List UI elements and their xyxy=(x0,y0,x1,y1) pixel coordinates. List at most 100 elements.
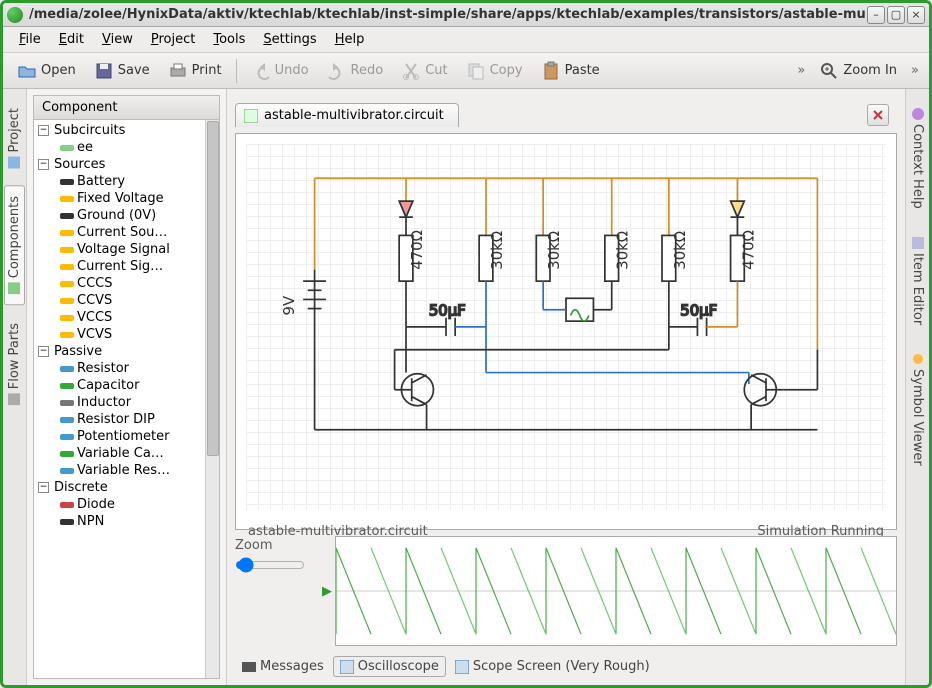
expand-icon[interactable]: − xyxy=(38,159,49,170)
tree-item[interactable]: Ground (0V) xyxy=(36,207,217,224)
svg-text:50μF: 50μF xyxy=(429,301,466,319)
menu-tools[interactable]: Tools xyxy=(205,29,253,50)
open-icon xyxy=(17,61,37,81)
menu-view[interactable]: View xyxy=(94,29,141,50)
tree-item[interactable]: VCCS xyxy=(36,309,217,326)
tree-category[interactable]: −Sources xyxy=(36,156,217,173)
tree-item[interactable]: Capacitor xyxy=(36,377,217,394)
tab-item-editor[interactable]: Item Editor xyxy=(907,226,928,336)
scope-play-icon: ▶ xyxy=(319,536,335,646)
redo-button[interactable]: Redo xyxy=(319,57,392,85)
toolbar: Open Save Print Undo Redo Cut Copy Paste… xyxy=(3,53,929,89)
minimize-button[interactable]: – xyxy=(867,6,885,24)
circuit-canvas[interactable]: 9V xyxy=(246,144,886,510)
tree-item[interactable]: Current Sou… xyxy=(36,224,217,241)
component-icon xyxy=(60,245,74,255)
tree-item[interactable]: Diode xyxy=(36,496,217,513)
menubar: File Edit View Project Tools Settings He… xyxy=(3,27,929,53)
tab-oscilloscope[interactable]: Oscilloscope xyxy=(333,656,446,677)
right-dock: Context Help Item Editor Symbol Viewer xyxy=(905,89,929,685)
component-icon xyxy=(60,262,74,272)
menu-edit[interactable]: Edit xyxy=(51,29,92,50)
menu-help[interactable]: Help xyxy=(327,29,373,50)
svg-text:9V: 9V xyxy=(280,295,298,315)
circuit-file-icon xyxy=(244,109,258,123)
svg-text:470Ω: 470Ω xyxy=(408,230,426,270)
tree-item[interactable]: NPN xyxy=(36,513,217,530)
zoom-in-button[interactable]: Zoom In xyxy=(811,57,905,85)
print-icon xyxy=(168,61,188,81)
component-icon xyxy=(60,381,74,391)
component-tree[interactable]: −Subcircuitsee−SourcesBatteryFixed Volta… xyxy=(36,122,217,530)
tree-item[interactable]: Inductor xyxy=(36,394,217,411)
tree-category[interactable]: −Discrete xyxy=(36,479,217,496)
tree-item[interactable]: Variable Ca… xyxy=(36,445,217,462)
document-tab[interactable]: astable-multivibrator.circuit xyxy=(235,103,459,127)
messages-icon xyxy=(242,660,256,674)
component-icon xyxy=(60,296,74,306)
expand-icon[interactable]: − xyxy=(38,482,49,493)
circuit-diagram: 9V xyxy=(246,144,886,510)
component-icon xyxy=(60,228,74,238)
tab-flow-parts[interactable]: Flow Parts xyxy=(4,312,25,416)
tree-item[interactable]: CCVS xyxy=(36,292,217,309)
menu-file[interactable]: File xyxy=(11,29,49,50)
close-window-button[interactable]: × xyxy=(907,6,925,24)
expand-icon[interactable]: − xyxy=(38,125,49,136)
tree-item[interactable]: Voltage Signal xyxy=(36,241,217,258)
tab-symbol-viewer[interactable]: Symbol Viewer xyxy=(907,342,928,477)
undo-button[interactable]: Undo xyxy=(243,57,317,85)
paste-button[interactable]: Paste xyxy=(533,57,608,85)
tree-item[interactable]: Fixed Voltage xyxy=(36,190,217,207)
tab-messages[interactable]: Messages xyxy=(235,656,331,677)
component-panel-header: Component xyxy=(33,95,220,120)
maximize-button[interactable]: ▢ xyxy=(887,6,905,24)
oscilloscope-icon xyxy=(340,660,354,674)
circuit-canvas-frame: 9V xyxy=(235,133,897,530)
titlebar: /media/zolee/HynixData/aktiv/ktechlab/kt… xyxy=(3,3,929,27)
copy-button[interactable]: Copy xyxy=(458,57,531,85)
oscilloscope-view[interactable] xyxy=(335,536,897,646)
menu-project[interactable]: Project xyxy=(143,29,204,50)
tab-scope-screen[interactable]: Scope Screen (Very Rough) xyxy=(448,656,657,677)
tree-item[interactable]: Resistor DIP xyxy=(36,411,217,428)
tree-scrollbar[interactable] xyxy=(205,120,219,678)
open-button[interactable]: Open xyxy=(9,57,84,85)
tree-category[interactable]: −Subcircuits xyxy=(36,122,217,139)
component-icon xyxy=(60,398,74,408)
print-button[interactable]: Print xyxy=(160,57,230,85)
overflow-chevron-icon[interactable]: » xyxy=(793,63,809,78)
close-document-button[interactable] xyxy=(867,104,889,126)
overflow-chevron-2-icon[interactable]: » xyxy=(907,63,923,78)
tree-item[interactable]: ee xyxy=(36,139,217,156)
close-icon xyxy=(871,108,885,122)
symbol-viewer-icon xyxy=(912,353,924,365)
menu-settings[interactable]: Settings xyxy=(255,29,324,50)
tab-context-help[interactable]: Context Help xyxy=(907,97,928,220)
zoom-slider[interactable] xyxy=(235,557,305,573)
tab-project[interactable]: Project xyxy=(4,97,25,179)
left-dock: Project Components Flow Parts xyxy=(3,89,27,685)
component-icon xyxy=(60,177,74,187)
tab-components[interactable]: Components xyxy=(4,185,25,305)
tree-category[interactable]: −Passive xyxy=(36,343,217,360)
expand-icon[interactable]: − xyxy=(38,346,49,357)
tree-item[interactable]: Battery xyxy=(36,173,217,190)
project-icon xyxy=(9,156,21,168)
component-icon xyxy=(60,449,74,459)
tree-item[interactable]: Resistor xyxy=(36,360,217,377)
component-icon xyxy=(60,432,74,442)
tree-item[interactable]: VCVS xyxy=(36,326,217,343)
svg-text:30kΩ: 30kΩ xyxy=(545,231,563,270)
component-icon xyxy=(60,330,74,340)
svg-text:30kΩ: 30kΩ xyxy=(614,231,632,270)
redo-icon xyxy=(327,61,347,81)
tree-item[interactable]: Current Sig… xyxy=(36,258,217,275)
cut-button[interactable]: Cut xyxy=(393,57,455,85)
save-button[interactable]: Save xyxy=(86,57,158,85)
tree-item[interactable]: Variable Res… xyxy=(36,462,217,479)
component-icon xyxy=(60,415,74,425)
copy-icon xyxy=(466,61,486,81)
tree-item[interactable]: CCCS xyxy=(36,275,217,292)
tree-item[interactable]: Potentiometer xyxy=(36,428,217,445)
